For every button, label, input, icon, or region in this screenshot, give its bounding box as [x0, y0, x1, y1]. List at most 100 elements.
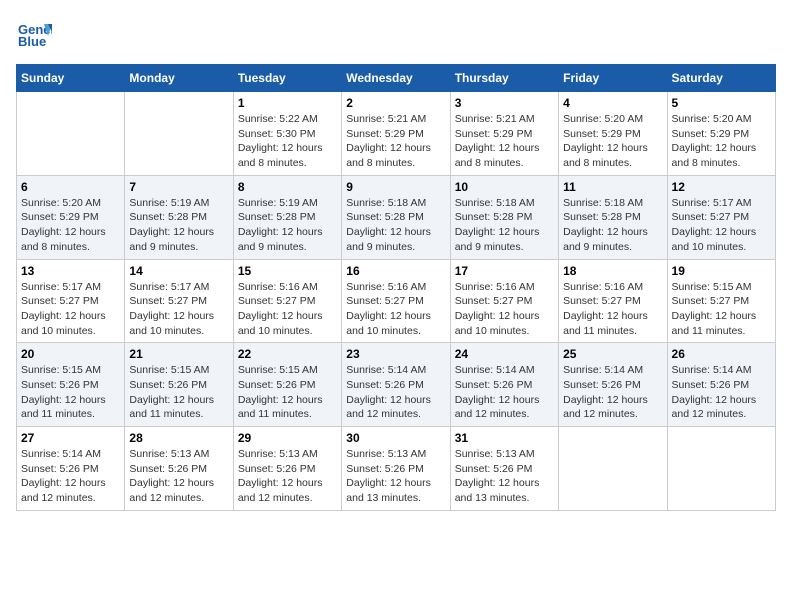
day-number: 10 — [455, 180, 554, 194]
day-info: Sunrise: 5:13 AM Sunset: 5:26 PM Dayligh… — [238, 447, 337, 506]
calendar-week-row: 1Sunrise: 5:22 AM Sunset: 5:30 PM Daylig… — [17, 92, 776, 176]
calendar-cell — [667, 427, 775, 511]
calendar-cell: 13Sunrise: 5:17 AM Sunset: 5:27 PM Dayli… — [17, 259, 125, 343]
day-number: 3 — [455, 96, 554, 110]
calendar-cell: 21 Sunrise: 5:15 AM Sunset: 5:26 PM Dayli… — [125, 343, 233, 427]
day-info: Sunrise: 5:16 AM Sunset: 5:27 PM Dayligh… — [346, 280, 445, 339]
day-info: Sunrise: 5:18 AM Sunset: 5:28 PM Dayligh… — [346, 196, 445, 255]
calendar-week-row: 6 Sunrise: 5:20 AM Sunset: 5:29 PM Daylig… — [17, 175, 776, 259]
calendar-cell — [125, 92, 233, 176]
day-number: 15 — [238, 264, 337, 278]
day-number: 5 — [672, 96, 771, 110]
calendar-cell: 2 Sunrise: 5:21 AM Sunset: 5:29 PM Daylig… — [342, 92, 450, 176]
calendar-cell: 27 Sunrise: 5:14 AM Sunset: 5:26 PM Dayli… — [17, 427, 125, 511]
calendar-cell: 5 Sunrise: 5:20 AM Sunset: 5:29 PM Daylig… — [667, 92, 775, 176]
day-info: Sunrise: 5:19 AM Sunset: 5:28 PM Dayligh… — [238, 196, 337, 255]
day-number: 14 — [129, 264, 228, 278]
calendar-cell: 30 Sunrise: 5:13 AM Sunset: 5:26 PM Dayli… — [342, 427, 450, 511]
day-number: 27 — [21, 431, 120, 445]
day-info: Sunrise: 5:18 AM Sunset: 5:28 PM Dayligh… — [563, 196, 662, 255]
day-info: Sunrise: 5:17 AM Sunset: 5:27 PM Dayligh… — [21, 280, 120, 339]
day-number: 30 — [346, 431, 445, 445]
weekday-header-cell: Tuesday — [233, 65, 341, 92]
calendar-cell: 18Sunrise: 5:16 AM Sunset: 5:27 PM Dayli… — [559, 259, 667, 343]
logo-icon: General Blue — [16, 16, 52, 52]
svg-text:Blue: Blue — [18, 34, 46, 49]
calendar-week-row: 27 Sunrise: 5:14 AM Sunset: 5:26 PM Dayli… — [17, 427, 776, 511]
calendar-table: SundayMondayTuesdayWednesdayThursdayFrid… — [16, 64, 776, 511]
day-info: Sunrise: 5:17 AM Sunset: 5:27 PM Dayligh… — [129, 280, 228, 339]
weekday-header-cell: Thursday — [450, 65, 558, 92]
calendar-cell: 19Sunrise: 5:15 AM Sunset: 5:27 PM Dayli… — [667, 259, 775, 343]
calendar-cell: 31Sunrise: 5:13 AM Sunset: 5:26 PM Dayli… — [450, 427, 558, 511]
calendar-cell: 6 Sunrise: 5:20 AM Sunset: 5:29 PM Daylig… — [17, 175, 125, 259]
day-number: 22 — [238, 347, 337, 361]
day-info: Sunrise: 5:13 AM Sunset: 5:26 PM Dayligh… — [129, 447, 228, 506]
day-info: Sunrise: 5:16 AM Sunset: 5:27 PM Dayligh… — [455, 280, 554, 339]
calendar-cell: 9 Sunrise: 5:18 AM Sunset: 5:28 PM Daylig… — [342, 175, 450, 259]
day-info: Sunrise: 5:13 AM Sunset: 5:26 PM Dayligh… — [346, 447, 445, 506]
day-number: 20 — [21, 347, 120, 361]
day-number: 1 — [238, 96, 337, 110]
day-number: 29 — [238, 431, 337, 445]
calendar-cell — [17, 92, 125, 176]
calendar-cell: 1Sunrise: 5:22 AM Sunset: 5:30 PM Daylig… — [233, 92, 341, 176]
calendar-cell: 11 Sunrise: 5:18 AM Sunset: 5:28 PM Dayli… — [559, 175, 667, 259]
day-info: Sunrise: 5:18 AM Sunset: 5:28 PM Dayligh… — [455, 196, 554, 255]
day-number: 9 — [346, 180, 445, 194]
weekday-header-cell: Wednesday — [342, 65, 450, 92]
day-number: 18 — [563, 264, 662, 278]
page-header: General Blue — [16, 16, 776, 52]
weekday-header-row: SundayMondayTuesdayWednesdayThursdayFrid… — [17, 65, 776, 92]
calendar-cell: 26 Sunrise: 5:14 AM Sunset: 5:26 PM Dayli… — [667, 343, 775, 427]
day-info: Sunrise: 5:14 AM Sunset: 5:26 PM Dayligh… — [672, 363, 771, 422]
day-info: Sunrise: 5:16 AM Sunset: 5:27 PM Dayligh… — [238, 280, 337, 339]
day-info: Sunrise: 5:17 AM Sunset: 5:27 PM Dayligh… — [672, 196, 771, 255]
day-number: 16 — [346, 264, 445, 278]
calendar-cell: 15 Sunrise: 5:16 AM Sunset: 5:27 PM Dayli… — [233, 259, 341, 343]
day-info: Sunrise: 5:20 AM Sunset: 5:29 PM Dayligh… — [21, 196, 120, 255]
weekday-header-cell: Sunday — [17, 65, 125, 92]
day-number: 19 — [672, 264, 771, 278]
calendar-cell: 28Sunrise: 5:13 AM Sunset: 5:26 PM Dayli… — [125, 427, 233, 511]
day-number: 23 — [346, 347, 445, 361]
day-number: 24 — [455, 347, 554, 361]
day-info: Sunrise: 5:20 AM Sunset: 5:29 PM Dayligh… — [672, 112, 771, 171]
day-number: 25 — [563, 347, 662, 361]
day-info: Sunrise: 5:21 AM Sunset: 5:29 PM Dayligh… — [455, 112, 554, 171]
day-info: Sunrise: 5:19 AM Sunset: 5:28 PM Dayligh… — [129, 196, 228, 255]
day-number: 6 — [21, 180, 120, 194]
calendar-cell: 3 Sunrise: 5:21 AM Sunset: 5:29 PM Daylig… — [450, 92, 558, 176]
weekday-header-cell: Saturday — [667, 65, 775, 92]
day-number: 8 — [238, 180, 337, 194]
calendar-body: 1Sunrise: 5:22 AM Sunset: 5:30 PM Daylig… — [17, 92, 776, 511]
day-info: Sunrise: 5:21 AM Sunset: 5:29 PM Dayligh… — [346, 112, 445, 171]
calendar-cell: 8 Sunrise: 5:19 AM Sunset: 5:28 PM Daylig… — [233, 175, 341, 259]
day-number: 31 — [455, 431, 554, 445]
day-number: 7 — [129, 180, 228, 194]
day-info: Sunrise: 5:20 AM Sunset: 5:29 PM Dayligh… — [563, 112, 662, 171]
calendar-cell: 20 Sunrise: 5:15 AM Sunset: 5:26 PM Dayli… — [17, 343, 125, 427]
calendar-cell: 7 Sunrise: 5:19 AM Sunset: 5:28 PM Daylig… — [125, 175, 233, 259]
calendar-cell: 24Sunrise: 5:14 AM Sunset: 5:26 PM Dayli… — [450, 343, 558, 427]
calendar-cell: 16 Sunrise: 5:16 AM Sunset: 5:27 PM Dayli… — [342, 259, 450, 343]
weekday-header-cell: Monday — [125, 65, 233, 92]
calendar-cell: 17Sunrise: 5:16 AM Sunset: 5:27 PM Dayli… — [450, 259, 558, 343]
day-number: 21 — [129, 347, 228, 361]
day-info: Sunrise: 5:15 AM Sunset: 5:26 PM Dayligh… — [238, 363, 337, 422]
day-number: 12 — [672, 180, 771, 194]
day-number: 11 — [563, 180, 662, 194]
calendar-cell: 23Sunrise: 5:14 AM Sunset: 5:26 PM Dayli… — [342, 343, 450, 427]
calendar-cell — [559, 427, 667, 511]
day-info: Sunrise: 5:14 AM Sunset: 5:26 PM Dayligh… — [563, 363, 662, 422]
day-info: Sunrise: 5:14 AM Sunset: 5:26 PM Dayligh… — [21, 447, 120, 506]
calendar-cell: 12 Sunrise: 5:17 AM Sunset: 5:27 PM Dayli… — [667, 175, 775, 259]
calendar-cell: 10 Sunrise: 5:18 AM Sunset: 5:28 PM Dayli… — [450, 175, 558, 259]
day-number: 2 — [346, 96, 445, 110]
calendar-cell: 22 Sunrise: 5:15 AM Sunset: 5:26 PM Dayli… — [233, 343, 341, 427]
logo: General Blue — [16, 16, 52, 52]
calendar-cell: 14 Sunrise: 5:17 AM Sunset: 5:27 PM Dayli… — [125, 259, 233, 343]
day-info: Sunrise: 5:15 AM Sunset: 5:26 PM Dayligh… — [21, 363, 120, 422]
day-info: Sunrise: 5:15 AM Sunset: 5:26 PM Dayligh… — [129, 363, 228, 422]
day-number: 26 — [672, 347, 771, 361]
